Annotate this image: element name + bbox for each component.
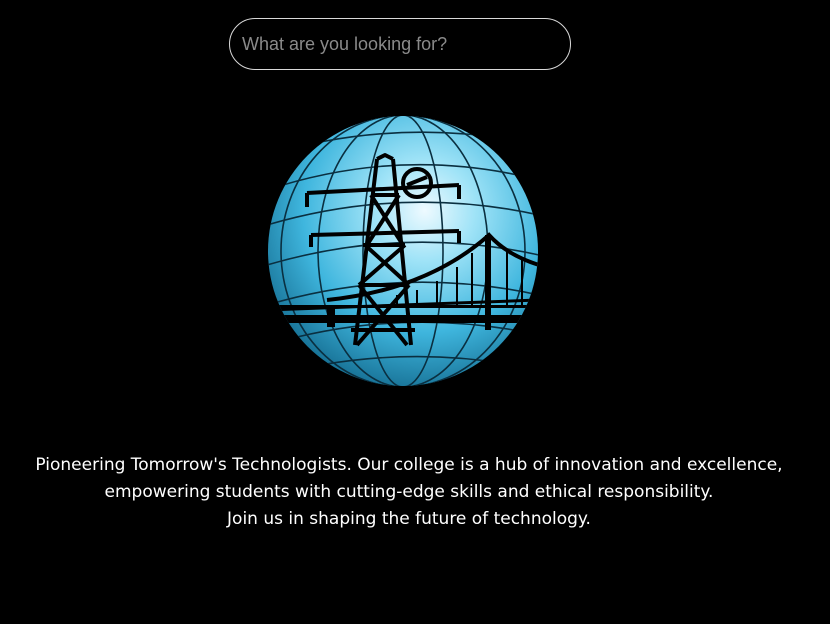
- tagline: Pioneering Tomorrow's Technologists. Our…: [0, 452, 818, 533]
- page: Pioneering Tomorrow's Technologists. Our…: [0, 0, 830, 624]
- search-input[interactable]: [229, 18, 571, 70]
- tagline-line-1: Pioneering Tomorrow's Technologists. Our…: [35, 455, 783, 475]
- tagline-line-3: Join us in shaping the future of technol…: [227, 509, 591, 529]
- search-bar: [229, 18, 571, 70]
- college-logo-icon: [268, 116, 538, 386]
- tagline-line-2: empowering students with cutting-edge sk…: [104, 482, 714, 502]
